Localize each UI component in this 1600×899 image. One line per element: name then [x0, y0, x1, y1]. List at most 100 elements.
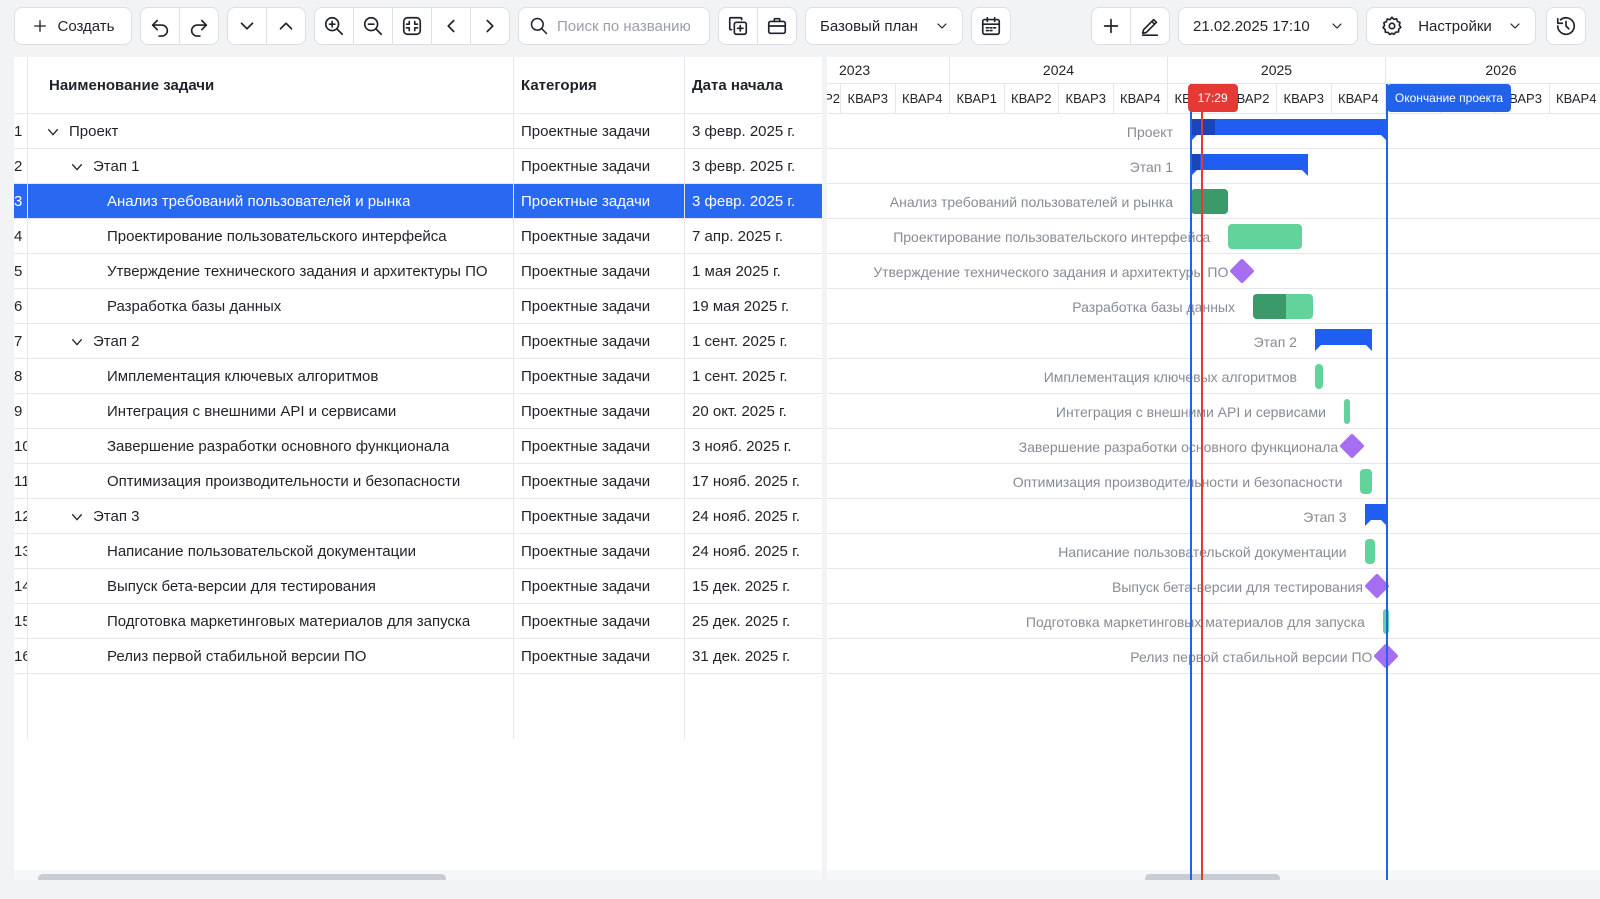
start-date-cell[interactable]: 1 мая 2025 г. — [692, 254, 822, 289]
collapse-chevron-icon[interactable] — [69, 159, 85, 175]
move-down-button[interactable] — [227, 7, 267, 45]
table-row[interactable]: 9 Интеграция с внешними API и сервисами Пр… — [14, 394, 822, 429]
add-task-button[interactable] — [1091, 7, 1131, 45]
task-bar[interactable] — [1228, 224, 1302, 249]
category-cell[interactable]: Проектные задачи — [521, 254, 681, 289]
table-row[interactable]: 2 Этап 1 Проектные задачи 3 февр. 2025 г. — [14, 149, 822, 184]
column-header-category[interactable]: Категория — [513, 57, 684, 114]
task-name-cell[interactable]: Имплементация ключевых алгоритмов — [27, 359, 513, 394]
column-divider[interactable] — [684, 57, 685, 739]
category-cell[interactable]: Проектные задачи — [521, 639, 681, 674]
summary-bar[interactable] — [1364, 504, 1387, 526]
grid-horizontal-scrollbar[interactable] — [38, 874, 446, 880]
zoom-out-button[interactable] — [353, 7, 393, 45]
start-date-cell[interactable]: 15 дек. 2025 г. — [692, 569, 822, 604]
fit-to-screen-button[interactable] — [392, 7, 432, 45]
start-date-cell[interactable]: 19 мая 2025 г. — [692, 289, 822, 324]
table-row[interactable]: 3 Анализ требований пользователей и рынка… — [14, 184, 822, 219]
category-cell[interactable]: Проектные задачи — [521, 569, 681, 604]
start-date-cell[interactable]: 3 февр. 2025 г. — [692, 184, 822, 219]
category-cell[interactable]: Проектные задачи — [521, 429, 681, 464]
redo-button[interactable] — [179, 7, 219, 45]
category-cell[interactable]: Проектные задачи — [521, 394, 681, 429]
gantt-horizontal-scrollbar[interactable] — [1145, 874, 1280, 880]
start-date-cell[interactable]: 1 сент. 2025 г. — [692, 324, 822, 359]
task-name-cell[interactable]: Релиз первой стабильной версии ПО — [27, 639, 513, 674]
search-box[interactable] — [518, 7, 710, 45]
start-date-cell[interactable]: 3 нояб. 2025 г. — [692, 429, 822, 464]
summary-bar[interactable] — [1314, 329, 1372, 351]
start-date-cell[interactable]: 31 дек. 2025 г. — [692, 639, 822, 674]
duplicate-button[interactable] — [718, 7, 758, 45]
task-bar[interactable] — [1191, 189, 1229, 214]
create-button[interactable]: Создать — [14, 7, 132, 45]
start-date-cell[interactable]: 3 февр. 2025 г. — [692, 149, 822, 184]
task-name-cell[interactable]: Утверждение технического задания и архит… — [27, 254, 513, 289]
search-input[interactable] — [557, 17, 707, 35]
table-row[interactable]: 16 Релиз первой стабильной версии ПО Проек… — [14, 639, 822, 674]
table-row[interactable]: 10 Завершение разработки основного функци… — [14, 429, 822, 464]
category-cell[interactable]: Проектные задачи — [521, 114, 681, 149]
start-date-cell[interactable]: 20 окт. 2025 г. — [692, 394, 822, 429]
column-header-start[interactable]: Дата начала — [684, 57, 822, 114]
start-date-cell[interactable]: 24 нояб. 2025 г. — [692, 534, 822, 569]
category-cell[interactable]: Проектные задачи — [521, 219, 681, 254]
milestone-diamond[interactable] — [1339, 433, 1365, 459]
table-row[interactable]: 7 Этап 2 Проектные задачи 1 сент. 2025 г. — [14, 324, 822, 359]
task-name-cell[interactable]: Проект — [27, 114, 513, 149]
project-end-flag[interactable]: Окончание проекта — [1387, 84, 1511, 112]
edit-button[interactable] — [1130, 7, 1170, 45]
baseline-dropdown[interactable]: Базовый план — [805, 7, 963, 45]
task-name-cell[interactable]: Подготовка маркетинговых материалов для … — [27, 604, 513, 639]
table-row[interactable]: 4 Проектирование пользовательского интерф… — [14, 219, 822, 254]
task-name-cell[interactable]: Анализ требований пользователей и рынка — [27, 184, 513, 219]
today-flag[interactable]: 17:29 — [1187, 84, 1238, 112]
task-name-cell[interactable]: Написание пользовательской документации — [27, 534, 513, 569]
history-button[interactable] — [1546, 7, 1586, 45]
scroll-left-button[interactable] — [431, 7, 471, 45]
task-bar[interactable] — [1314, 364, 1324, 389]
scroll-right-button[interactable] — [470, 7, 510, 45]
task-name-cell[interactable]: Интеграция с внешними API и сервисами — [27, 394, 513, 429]
task-bar[interactable] — [1252, 294, 1313, 319]
task-bar[interactable] — [1360, 469, 1372, 494]
calendar-button[interactable] — [971, 7, 1011, 45]
zoom-in-button[interactable] — [314, 7, 354, 45]
milestone-diamond[interactable] — [1229, 258, 1256, 284]
move-up-button[interactable] — [266, 7, 306, 45]
table-row[interactable]: 6 Разработка базы данных Проектные задачи 1… — [14, 289, 822, 324]
category-cell[interactable]: Проектные задачи — [521, 324, 681, 359]
category-cell[interactable]: Проектные задачи — [521, 464, 681, 499]
collapse-chevron-icon[interactable] — [69, 334, 85, 350]
table-row[interactable]: 13 Написание пользовательской документаци… — [14, 534, 822, 569]
category-cell[interactable]: Проектные задачи — [521, 149, 681, 184]
category-cell[interactable]: Проектные задачи — [521, 289, 681, 324]
column-header-name[interactable]: Наименование задачи — [27, 57, 513, 114]
category-cell[interactable]: Проектные задачи — [521, 359, 681, 394]
task-name-cell[interactable]: Проектирование пользовательского интерфе… — [27, 219, 513, 254]
start-date-cell[interactable]: 17 нояб. 2025 г. — [692, 464, 822, 499]
start-date-cell[interactable]: 25 дек. 2025 г. — [692, 604, 822, 639]
table-row[interactable]: 8 Имплементация ключевых алгоритмов Проект… — [14, 359, 822, 394]
table-row[interactable]: 14 Выпуск бета-версии для тестирования Про… — [14, 569, 822, 604]
task-bar[interactable] — [1343, 399, 1351, 424]
task-name-cell[interactable]: Этап 2 — [27, 324, 513, 359]
category-cell[interactable]: Проектные задачи — [521, 184, 681, 219]
summary-bar[interactable] — [1191, 119, 1387, 141]
table-row[interactable]: 11 Оптимизация производительности и безоп… — [14, 464, 822, 499]
settings-dropdown[interactable]: Настройки — [1366, 7, 1536, 45]
table-row[interactable]: 1 Проект Проектные задачи 3 февр. 2025 г. — [14, 114, 822, 149]
summary-bar[interactable] — [1191, 154, 1308, 176]
task-name-cell[interactable]: Этап 1 — [27, 149, 513, 184]
task-name-cell[interactable]: Выпуск бета-версии для тестирования — [27, 569, 513, 604]
start-date-cell[interactable]: 7 апр. 2025 г. — [692, 219, 822, 254]
start-date-cell[interactable]: 24 нояб. 2025 г. — [692, 499, 822, 534]
category-cell[interactable]: Проектные задачи — [521, 604, 681, 639]
datetime-picker[interactable]: 21.02.2025 17:10 — [1178, 7, 1358, 45]
column-divider[interactable] — [513, 57, 514, 739]
task-bar[interactable] — [1364, 539, 1376, 564]
collapse-chevron-icon[interactable] — [45, 124, 61, 140]
table-row[interactable]: 12 Этап 3 Проектные задачи 24 нояб. 2025 г. — [14, 499, 822, 534]
task-name-cell[interactable]: Завершение разработки основного функцион… — [27, 429, 513, 464]
start-date-cell[interactable]: 1 сент. 2025 г. — [692, 359, 822, 394]
